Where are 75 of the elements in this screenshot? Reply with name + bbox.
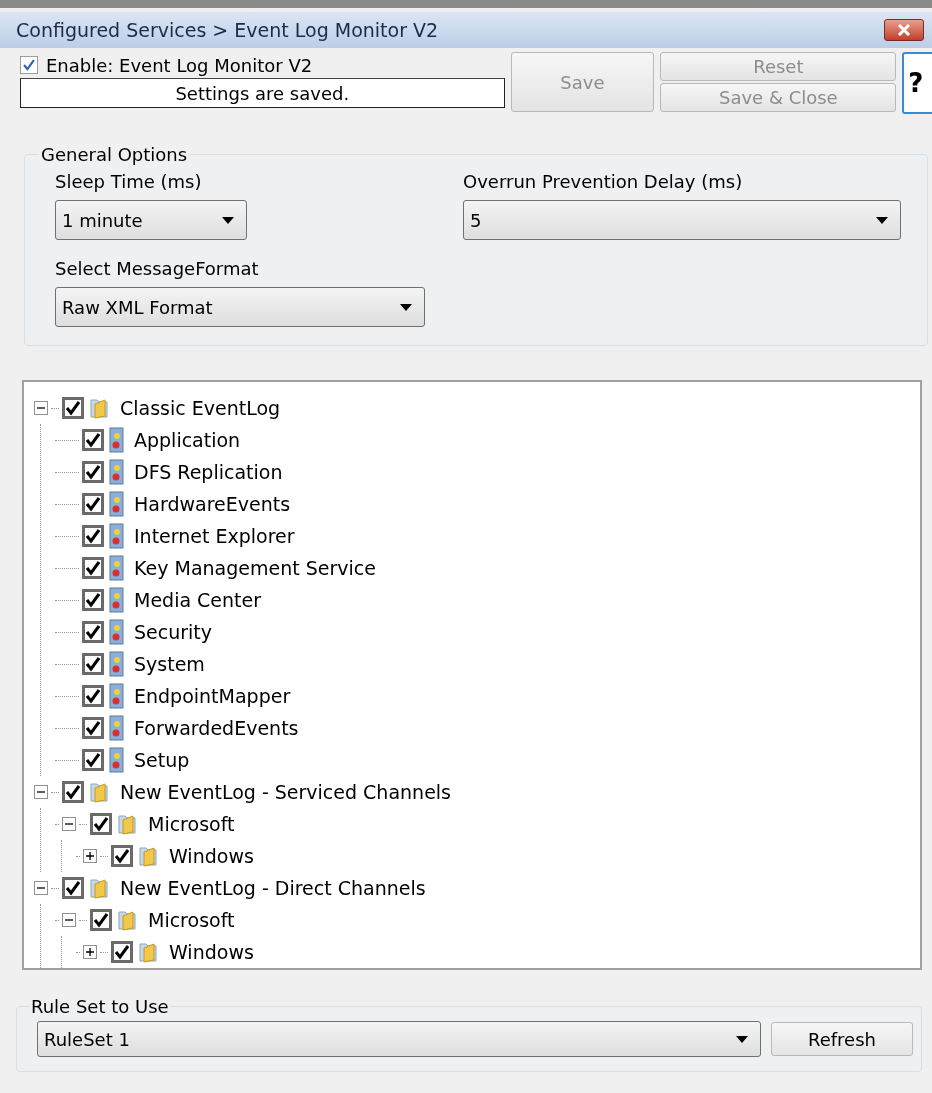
checkbox[interactable]	[82, 621, 104, 643]
close-icon	[897, 24, 911, 36]
status-field: Settings are saved.	[20, 78, 505, 108]
close-button[interactable]	[884, 19, 924, 41]
checkbox[interactable]	[82, 653, 104, 675]
log-book-icon	[108, 715, 126, 741]
checkbox[interactable]	[62, 781, 84, 803]
expand-icon[interactable]	[83, 849, 97, 863]
tree-item-label[interactable]: Media Center	[134, 589, 262, 611]
log-book-icon	[108, 523, 126, 549]
field-label: Sleep Time (ms)	[55, 171, 203, 192]
log-book-icon	[108, 747, 126, 773]
dropdown[interactable]: Raw XML Format	[55, 287, 425, 327]
checkbox[interactable]	[82, 717, 104, 739]
log-book-icon	[108, 555, 126, 581]
dropdown[interactable]: 1 minute	[55, 200, 247, 240]
log-book-icon	[108, 491, 126, 517]
log-book-icon	[108, 459, 126, 485]
tree-item-label[interactable]: New EventLog - Serviced Channels	[120, 781, 451, 803]
checkbox[interactable]	[62, 397, 84, 419]
dropdown[interactable]: RuleSet 1	[37, 1021, 761, 1057]
checkbox[interactable]	[62, 877, 84, 899]
tree-item-label[interactable]: DFS Replication	[134, 461, 283, 483]
checkbox[interactable]	[90, 813, 112, 835]
log-book-icon	[108, 683, 126, 709]
tree-item-label[interactable]: EndpointMapper	[134, 685, 291, 707]
window-title: Configured Services > Event Log Monitor V2	[16, 19, 439, 41]
checkbox[interactable]	[82, 493, 104, 515]
checkbox[interactable]	[82, 525, 104, 547]
log-book-icon	[108, 619, 126, 645]
log-book-icon	[108, 587, 126, 613]
checkbox[interactable]	[82, 685, 104, 707]
checkbox[interactable]	[20, 56, 38, 74]
log-book-icon	[108, 427, 126, 453]
collapse-icon[interactable]	[34, 881, 48, 895]
dropdown[interactable]: 5	[463, 200, 901, 240]
tree-item-label[interactable]: Classic EventLog	[120, 397, 281, 419]
checkbox[interactable]	[82, 429, 104, 451]
checkbox[interactable]	[82, 749, 104, 771]
refresh-button[interactable]: Refresh	[771, 1022, 913, 1056]
collapse-icon[interactable]	[62, 913, 76, 927]
checkbox[interactable]	[82, 589, 104, 611]
tree-item-label[interactable]: Microsoft	[148, 813, 235, 835]
expand-icon[interactable]	[83, 945, 97, 959]
checkbox[interactable]	[90, 909, 112, 931]
tree-item-label[interactable]: System	[134, 653, 205, 675]
tree-item-label[interactable]: Microsoft	[148, 909, 235, 931]
field-label: Select MessageFormat	[55, 258, 260, 279]
tree-item-label[interactable]: ForwardedEvents	[134, 717, 299, 739]
help-button[interactable]: ?	[902, 52, 932, 114]
tree-item-label[interactable]: Key Management Service	[134, 557, 376, 579]
tree-item-label[interactable]: Security	[134, 621, 213, 643]
collapse-icon[interactable]	[34, 401, 48, 415]
tree-item-label[interactable]: Internet Explorer	[134, 525, 295, 547]
checkbox[interactable]	[111, 941, 133, 963]
tree-item-label[interactable]: Setup	[134, 749, 190, 771]
collapse-icon[interactable]	[62, 817, 76, 831]
tree-item-label[interactable]: Windows	[169, 845, 254, 867]
tree-item-label[interactable]: Application	[134, 429, 241, 451]
log-book-icon	[108, 651, 126, 677]
group-title: General Options	[40, 144, 189, 165]
enable-label: Enable: Event Log Monitor V2	[46, 54, 313, 76]
dropdown-arrow-icon	[222, 216, 234, 224]
tree-item-label[interactable]: Windows	[169, 941, 254, 963]
tree-item-label[interactable]: HardwareEvents	[134, 493, 291, 515]
checkbox[interactable]	[111, 845, 133, 867]
tree-item-label[interactable]: New EventLog - Direct Channels	[120, 877, 426, 899]
checkbox[interactable]	[82, 557, 104, 579]
dropdown-arrow-icon	[400, 303, 412, 311]
group-title: Rule Set to Use	[30, 996, 170, 1017]
dropdown-arrow-icon	[736, 1035, 748, 1043]
dropdown-arrow-icon	[876, 216, 888, 224]
collapse-icon[interactable]	[34, 785, 48, 799]
field-label: Overrun Prevention Delay (ms)	[463, 171, 744, 192]
checkbox[interactable]	[82, 461, 104, 483]
